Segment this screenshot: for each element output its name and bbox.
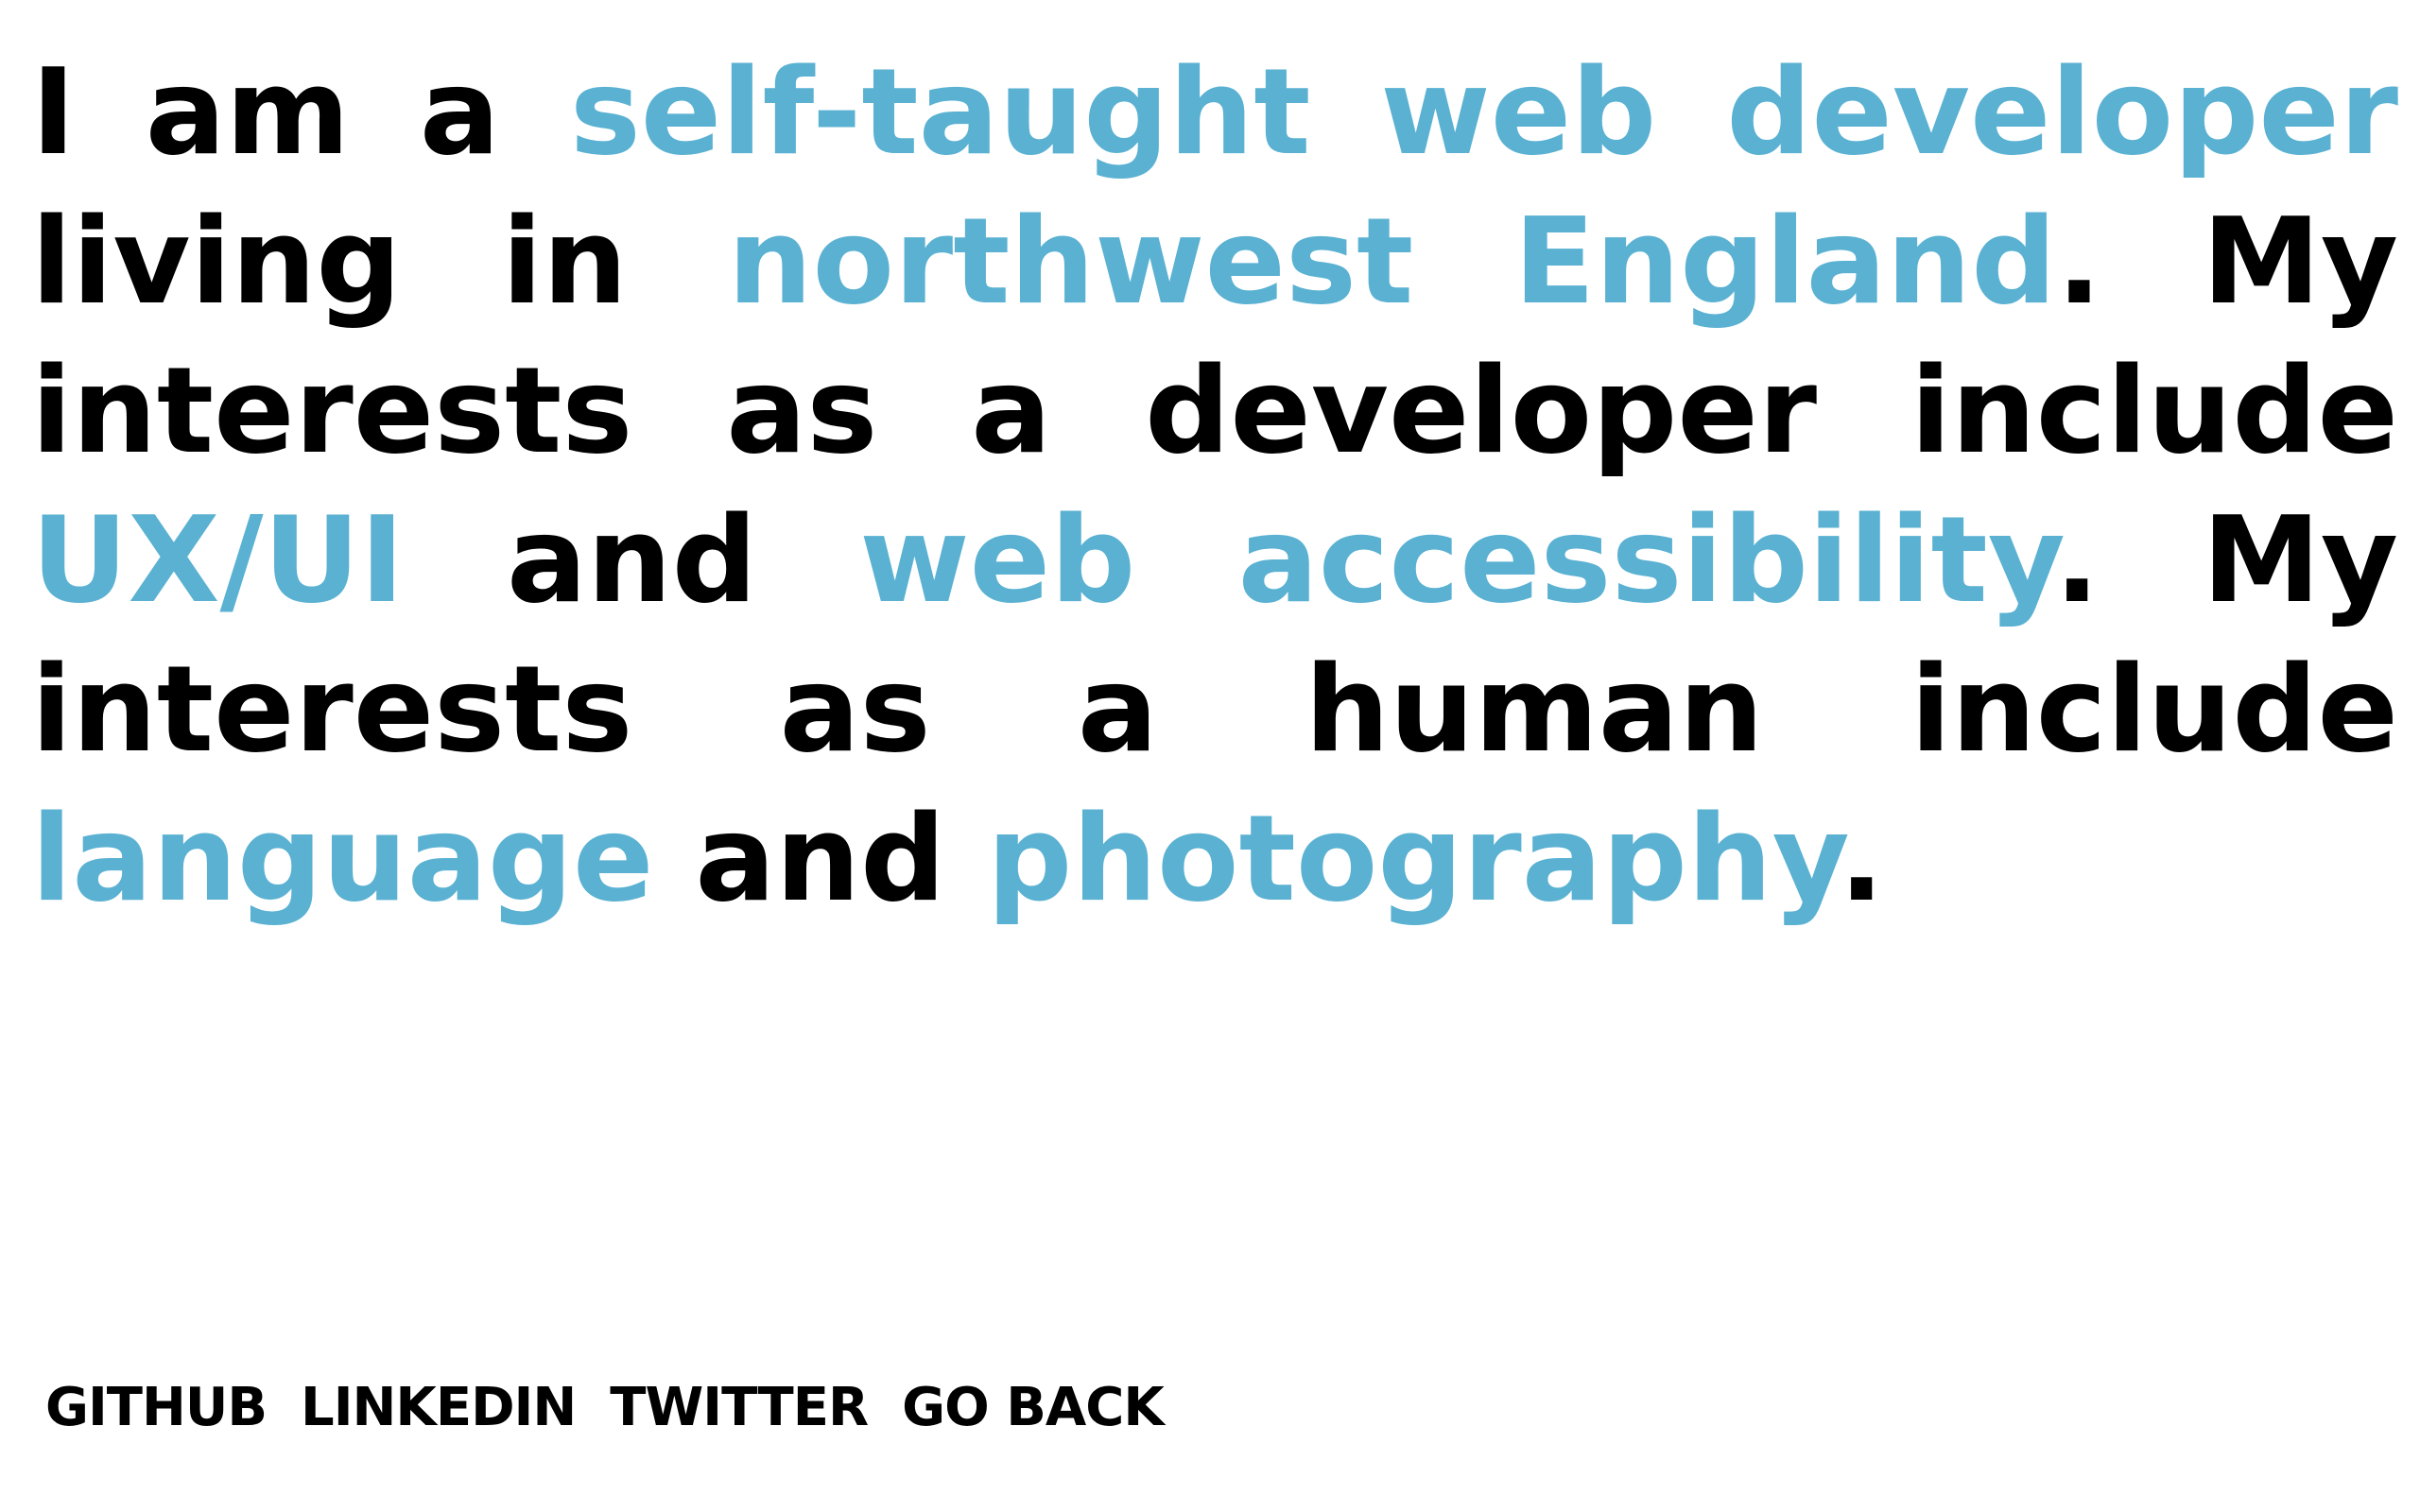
bio-highlight-photography: photography: [987, 789, 1840, 928]
github-link[interactable]: GITHUB: [45, 1375, 268, 1441]
bio-highlight-language: language: [31, 789, 654, 928]
go-back-link[interactable]: GO BACK: [902, 1375, 1165, 1441]
bio-text: I am a: [31, 43, 570, 181]
bio-paragraph: I am a self-taught web developer living …: [31, 38, 2398, 934]
bio-text: and: [404, 490, 860, 629]
linkedin-link[interactable]: LINKEDIN: [301, 1375, 577, 1441]
bio-highlight-role: self-taught web developer: [569, 43, 2398, 181]
bio-highlight-accessibility: web accessibility: [859, 490, 2055, 629]
bio-highlight-uxui: UX/UI: [31, 490, 405, 629]
twitter-link[interactable]: TWITTER: [610, 1375, 869, 1441]
bio-text: and: [653, 789, 988, 928]
bio-highlight-location: northwest England: [727, 192, 2057, 331]
bio-text: living in: [31, 192, 728, 331]
footer-nav: GITHUB LINKEDIN TWITTER GO BACK: [45, 1375, 1165, 1441]
bio-text: .: [1839, 789, 1885, 928]
